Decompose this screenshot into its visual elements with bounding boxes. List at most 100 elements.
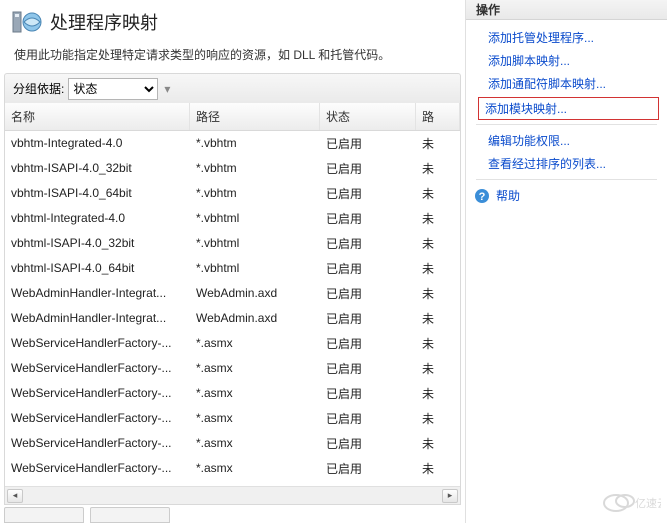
cell-extra: 未 bbox=[416, 431, 460, 455]
actions-header: 操作 bbox=[466, 0, 667, 20]
action-link[interactable]: 查看经过排序的列表... bbox=[466, 152, 667, 175]
table-row[interactable]: WebAdminHandler-Integrat...WebAdmin.axd已… bbox=[5, 281, 460, 306]
cell-extra: 未 bbox=[416, 131, 460, 155]
cell-name: vbhtml-ISAPI-4.0_64bit bbox=[5, 256, 190, 280]
table-row[interactable]: WebServiceHandlerFactory-...*.asmx已启用未 bbox=[5, 381, 460, 406]
cell-extra: 未 bbox=[416, 356, 460, 380]
table-body: vbhtm-Integrated-4.0*.vbhtm已启用未vbhtm-ISA… bbox=[5, 131, 460, 486]
cell-name: vbhtm-Integrated-4.0 bbox=[5, 131, 190, 155]
horizontal-scrollbar[interactable]: ◂ ▸ bbox=[5, 486, 460, 504]
action-link[interactable]: 添加托管处理程序... bbox=[466, 26, 667, 49]
table-row[interactable]: vbhtml-ISAPI-4.0_32bit*.vbhtml已启用未 bbox=[5, 231, 460, 256]
cell-path: *.vbhtml bbox=[190, 206, 320, 230]
scroll-left-button[interactable]: ◂ bbox=[7, 489, 23, 503]
cell-path: *.vbhtm bbox=[190, 181, 320, 205]
cell-extra: 未 bbox=[416, 156, 460, 180]
table-row[interactable]: WebServiceHandlerFactory-...*.asmx已启用未 bbox=[5, 356, 460, 381]
footer-tab[interactable] bbox=[4, 507, 84, 523]
group-by-label: 分组依据: bbox=[13, 80, 64, 97]
cell-path: WebAdmin.axd bbox=[190, 281, 320, 305]
cell-state: 已启用 bbox=[320, 181, 416, 205]
cell-extra: 未 bbox=[416, 206, 460, 230]
table-row[interactable]: vbhtml-ISAPI-4.0_64bit*.vbhtml已启用未 bbox=[5, 256, 460, 281]
cell-path: *.vbhtm bbox=[190, 156, 320, 180]
cell-state: 已启用 bbox=[320, 356, 416, 380]
cell-path: *.asmx bbox=[190, 456, 320, 480]
footer-tab[interactable] bbox=[90, 507, 170, 523]
group-by-separator: ▾ bbox=[164, 82, 170, 96]
actions-separator bbox=[476, 179, 657, 180]
cell-name: vbhtml-Integrated-4.0 bbox=[5, 206, 190, 230]
col-header-name[interactable]: 名称 bbox=[5, 103, 190, 130]
cell-state: 已启用 bbox=[320, 406, 416, 430]
cell-extra: 未 bbox=[416, 231, 460, 255]
cell-name: vbhtml-ISAPI-4.0_32bit bbox=[5, 231, 190, 255]
table-row[interactable]: WebServiceHandlerFactory-...*.asmx已启用未 bbox=[5, 331, 460, 356]
action-link[interactable]: 添加模块映射... bbox=[478, 97, 659, 120]
cell-path: *.asmx bbox=[190, 381, 320, 405]
table-row[interactable]: WebServiceHandlerFactory-...*.asmx已启用未 bbox=[5, 431, 460, 456]
col-header-extra[interactable]: 路 bbox=[416, 103, 460, 130]
cell-state: 已启用 bbox=[320, 231, 416, 255]
cell-state: 已启用 bbox=[320, 381, 416, 405]
table-row[interactable]: vbhtml-Integrated-4.0*.vbhtml已启用未 bbox=[5, 206, 460, 231]
cell-path: *.asmx bbox=[190, 331, 320, 355]
cell-state: 已启用 bbox=[320, 131, 416, 155]
cell-state: 已启用 bbox=[320, 456, 416, 480]
group-by-bar: 分组依据: 状态 ▾ bbox=[4, 73, 461, 103]
cell-path: *.vbhtml bbox=[190, 231, 320, 255]
group-by-select[interactable]: 状态 bbox=[68, 78, 158, 100]
handler-mappings-icon bbox=[10, 6, 42, 38]
table-row[interactable]: vbhtm-ISAPI-4.0_32bit*.vbhtm已启用未 bbox=[5, 156, 460, 181]
cell-path: WebAdmin.axd bbox=[190, 306, 320, 330]
cell-extra: 未 bbox=[416, 406, 460, 430]
svg-text:?: ? bbox=[479, 191, 486, 203]
cell-name: WebServiceHandlerFactory-... bbox=[5, 406, 190, 430]
scroll-right-button[interactable]: ▸ bbox=[442, 489, 458, 503]
table-row[interactable]: WebAdminHandler-Integrat...WebAdmin.axd已… bbox=[5, 306, 460, 331]
title-row: 处理程序映射 bbox=[0, 0, 465, 42]
cell-extra: 未 bbox=[416, 456, 460, 480]
table-header-row: 名称 路径 状态 路 bbox=[5, 103, 460, 131]
cell-path: *.vbhtm bbox=[190, 131, 320, 155]
cell-name: WebServiceHandlerFactory-... bbox=[5, 381, 190, 405]
table-row[interactable]: WebServiceHandlerFactory-...*.asmx已启用未 bbox=[5, 406, 460, 431]
help-icon: ? bbox=[474, 188, 490, 204]
actions-panel: 操作 添加托管处理程序...添加脚本映射...添加通配符脚本映射...添加模块映… bbox=[466, 0, 667, 523]
cell-state: 已启用 bbox=[320, 256, 416, 280]
action-link[interactable]: 编辑功能权限... bbox=[466, 129, 667, 152]
handlers-table: 名称 路径 状态 路 vbhtm-Integrated-4.0*.vbhtm已启… bbox=[4, 103, 461, 505]
cell-extra: 未 bbox=[416, 331, 460, 355]
help-label: 帮助 bbox=[496, 187, 520, 204]
col-header-state[interactable]: 状态 bbox=[320, 103, 416, 130]
help-link[interactable]: ? 帮助 bbox=[466, 184, 667, 207]
cell-name: WebServiceHandlerFactory-... bbox=[5, 356, 190, 380]
cell-state: 已启用 bbox=[320, 281, 416, 305]
cell-path: *.vbhtml bbox=[190, 256, 320, 280]
page-description: 使用此功能指定处理特定请求类型的响应的资源，如 DLL 和托管代码。 bbox=[0, 42, 465, 73]
table-row[interactable]: vbhtm-ISAPI-4.0_64bit*.vbhtm已启用未 bbox=[5, 181, 460, 206]
cell-name: vbhtm-ISAPI-4.0_64bit bbox=[5, 181, 190, 205]
cell-path: *.asmx bbox=[190, 406, 320, 430]
main-panel: 处理程序映射 使用此功能指定处理特定请求类型的响应的资源，如 DLL 和托管代码… bbox=[0, 0, 466, 523]
cell-name: WebServiceHandlerFactory-... bbox=[5, 331, 190, 355]
cell-name: WebAdminHandler-Integrat... bbox=[5, 306, 190, 330]
cell-extra: 未 bbox=[416, 381, 460, 405]
table-row[interactable]: vbhtm-Integrated-4.0*.vbhtm已启用未 bbox=[5, 131, 460, 156]
cell-extra: 未 bbox=[416, 181, 460, 205]
cell-extra: 未 bbox=[416, 306, 460, 330]
cell-state: 已启用 bbox=[320, 156, 416, 180]
cell-extra: 未 bbox=[416, 281, 460, 305]
cell-state: 已启用 bbox=[320, 331, 416, 355]
col-header-path[interactable]: 路径 bbox=[190, 103, 320, 130]
cell-path: *.asmx bbox=[190, 356, 320, 380]
table-row[interactable]: WebServiceHandlerFactory-...*.asmx已启用未 bbox=[5, 456, 460, 481]
action-link[interactable]: 添加脚本映射... bbox=[466, 49, 667, 72]
page-title: 处理程序映射 bbox=[50, 9, 158, 35]
cell-state: 已启用 bbox=[320, 306, 416, 330]
cell-name: WebServiceHandlerFactory-... bbox=[5, 456, 190, 480]
cell-name: WebServiceHandlerFactory-... bbox=[5, 431, 190, 455]
cell-state: 已启用 bbox=[320, 431, 416, 455]
action-link[interactable]: 添加通配符脚本映射... bbox=[466, 72, 667, 95]
cell-state: 已启用 bbox=[320, 206, 416, 230]
